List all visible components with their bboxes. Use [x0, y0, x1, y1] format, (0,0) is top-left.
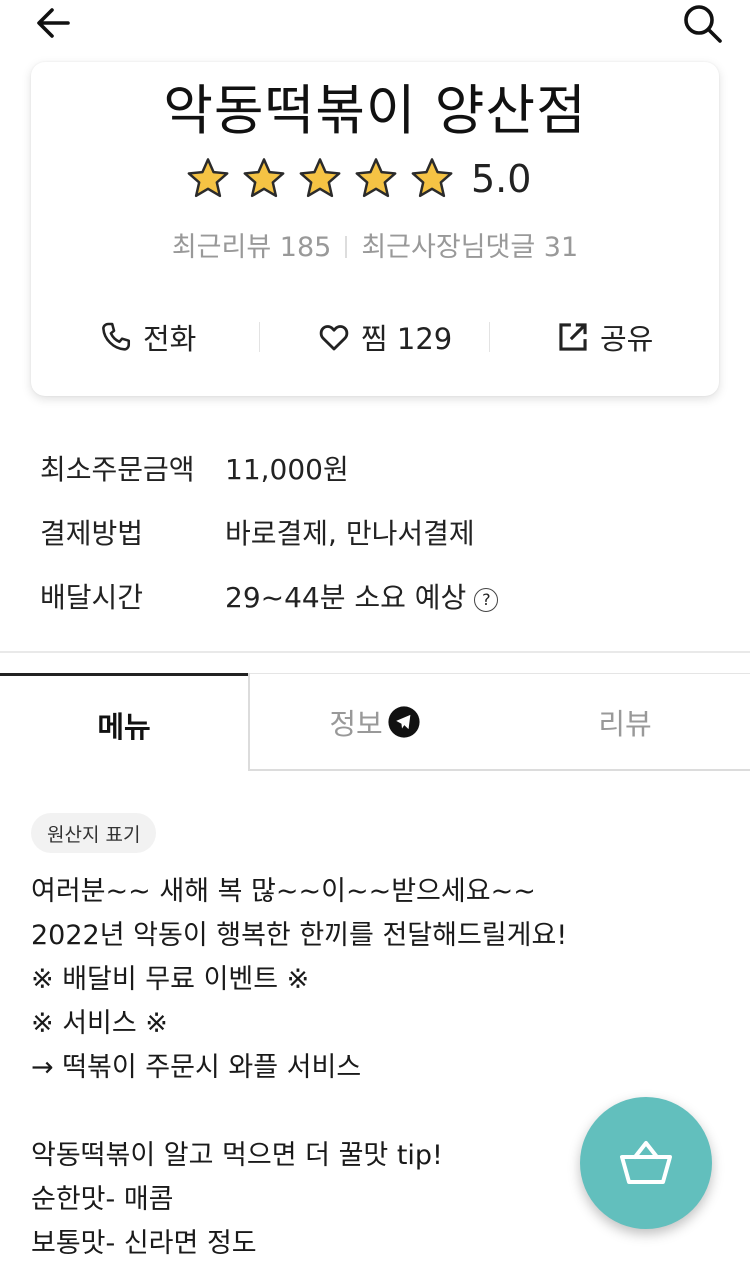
delivery-time-text: 29~44분 소요 예상	[225, 581, 467, 614]
star-icon	[299, 158, 341, 198]
rating-row: 5.0	[185, 154, 531, 204]
store-card: 악동떡볶이 양산점 5.0 최근리뷰 185 최근사장님댓글 31 전화 찜 12…	[31, 62, 719, 396]
tab-reviews[interactable]: 리뷰	[500, 674, 750, 769]
share-icon	[559, 323, 587, 351]
payment-method-row: 결제방법 바로결제, 만나서결제	[40, 500, 720, 564]
help-icon[interactable]: ?	[474, 587, 499, 612]
delivery-time-label: 배달시간	[40, 581, 144, 614]
star-icon	[411, 158, 453, 198]
tab-bar: 메뉴 정보 리뷰	[0, 673, 750, 773]
rating-value: 5.0	[471, 157, 532, 201]
section-divider	[0, 651, 750, 653]
share-button[interactable]: 공유	[556, 312, 653, 362]
review-counts[interactable]: 최근리뷰 185 최근사장님댓글 31	[31, 225, 719, 264]
notice-line: ※ 배달비 무료 이벤트 ※	[31, 964, 310, 995]
heart-icon	[319, 325, 349, 351]
star-icon	[243, 158, 285, 198]
arrow-left-icon	[37, 8, 70, 38]
phone-icon	[102, 322, 131, 351]
megaphone-icon	[388, 705, 420, 738]
search-icon	[684, 5, 722, 43]
star-icon	[187, 158, 229, 198]
share-label: 공유	[600, 322, 654, 356]
divider	[489, 322, 490, 352]
payment-method-value: 바로결제, 만나서결제	[225, 517, 475, 550]
notice-line: → 떡볶이 주문시 와플 서비스	[31, 1052, 362, 1083]
payment-method-label: 결제방법	[40, 517, 144, 550]
like-label: 찜 129	[361, 322, 453, 356]
call-label: 전화	[143, 322, 197, 356]
tab-border	[249, 769, 750, 771]
star-icon	[355, 158, 397, 198]
store-info: 최소주문금액 11,000원 결제방법 바로결제, 만나서결제 배달시간 29~…	[40, 436, 720, 628]
store-name: 악동떡볶이 양산점	[163, 79, 587, 142]
delivery-time-value: 29~44분 소요 예상?	[225, 576, 499, 616]
tab-label: 리뷰	[598, 706, 652, 741]
origin-info-button[interactable]: 원산지 표기	[31, 813, 157, 853]
notice-line: 2022년 악동이 행복한 한끼를 전달해드릴게요!	[31, 920, 568, 951]
call-button[interactable]: 전화	[99, 312, 196, 362]
notice-line: 보통맛- 신라면 정도	[31, 1228, 257, 1259]
search-button[interactable]	[678, 0, 726, 46]
cart-button[interactable]	[580, 1097, 712, 1229]
action-bar: 전화 찜 129 공유	[31, 312, 719, 362]
like-button[interactable]: 찜 129	[317, 312, 452, 362]
tab-menu[interactable]: 메뉴	[0, 673, 248, 773]
min-order-label: 최소주문금액	[40, 453, 195, 486]
back-button[interactable]	[30, 2, 78, 44]
divider	[345, 236, 348, 258]
min-order-value: 11,000원	[225, 453, 349, 486]
tab-label: 메뉴	[97, 709, 151, 744]
tab-info[interactable]: 정보	[250, 674, 500, 769]
basket-icon	[620, 1141, 672, 1184]
divider	[259, 322, 260, 352]
owner-replies-count[interactable]: 최근사장님댓글 31	[361, 232, 578, 263]
tab-label: 정보	[329, 706, 383, 741]
notice-line: ※ 서비스 ※	[31, 1008, 168, 1039]
delivery-time-row: 배달시간 29~44분 소요 예상?	[40, 564, 720, 628]
recent-reviews-count[interactable]: 최근리뷰 185	[172, 232, 331, 263]
notice-line: 여러분~~ 새해 복 많~~이~~받으세요~~	[31, 876, 536, 907]
min-order-row: 최소주문금액 11,000원	[40, 436, 720, 500]
top-bar	[0, 0, 750, 60]
